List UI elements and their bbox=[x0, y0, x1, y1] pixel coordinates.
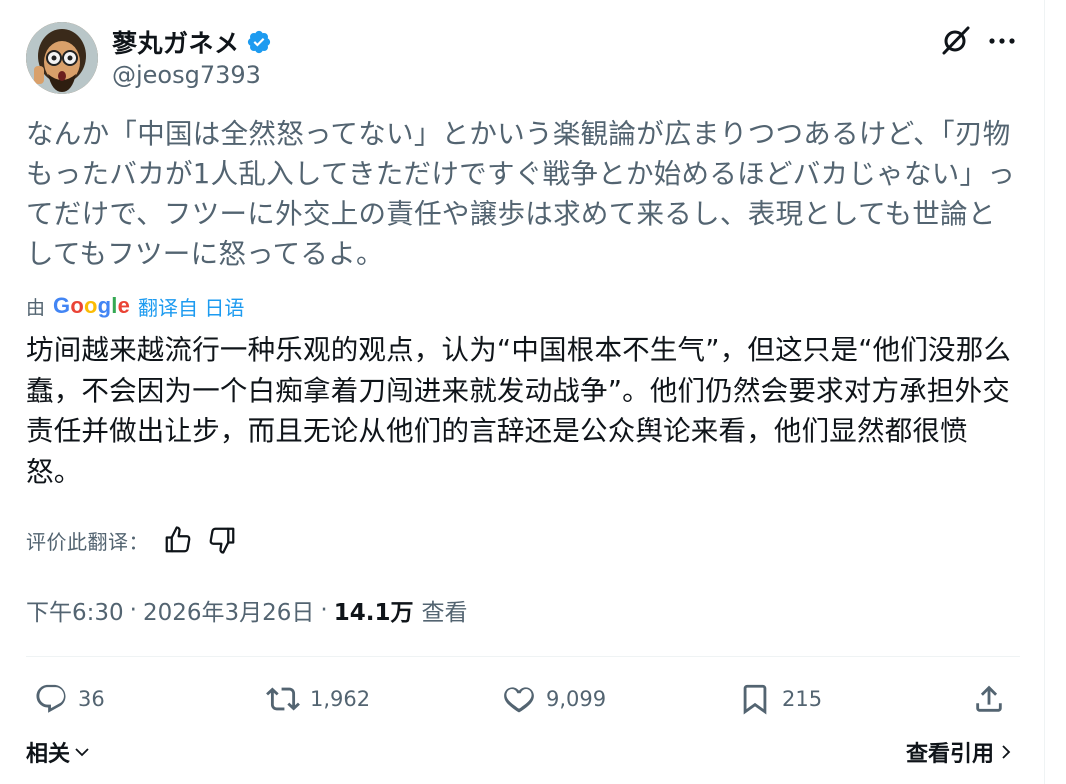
chevron-right-icon bbox=[1002, 745, 1011, 759]
tweet-original-text: なんか「中国は全然怒ってない」とかいう楽観論が広まりつつあるけど、「刃物もったバ… bbox=[26, 118, 1016, 270]
translation-attribution: 由 Google 翻译自 日语 bbox=[26, 292, 244, 320]
more-options-icon[interactable] bbox=[984, 24, 1020, 56]
translated-from-link[interactable]: 翻译自 日语 bbox=[138, 292, 244, 321]
like-button[interactable]: 9,099 bbox=[502, 676, 606, 722]
bookmark-icon bbox=[743, 684, 767, 715]
heart-icon bbox=[504, 687, 534, 713]
repost-count: 1,962 bbox=[310, 687, 371, 711]
related-dropdown[interactable]: 相关 bbox=[26, 736, 92, 768]
views-count: 14.1万 bbox=[333, 600, 414, 626]
bookmark-button[interactable]: 215 bbox=[738, 676, 822, 722]
thumbs-up-icon[interactable] bbox=[163, 525, 193, 555]
tweet-meta: 下午6:30 · 2026年3月26日 · 14.1万 查看 bbox=[26, 592, 467, 628]
translated-by-label: 由 bbox=[26, 296, 46, 319]
tweet-date[interactable]: 2026年3月26日 bbox=[143, 593, 314, 627]
like-count: 9,099 bbox=[546, 687, 607, 711]
divider bbox=[26, 656, 1020, 657]
verified-badge-icon[interactable] bbox=[246, 29, 272, 55]
view-quotes-label: 查看引用 bbox=[905, 742, 994, 767]
google-logo: Google bbox=[53, 293, 130, 318]
tweet-header: 蓼丸ガネメ @jeosg7393 bbox=[26, 18, 1020, 98]
reply-icon bbox=[36, 684, 66, 713]
avatar[interactable] bbox=[26, 22, 98, 94]
tweet-footer: 相关 查看引用 bbox=[26, 736, 1020, 772]
action-bar: 36 1,962 9,099 215 bbox=[26, 676, 1020, 722]
meta-separator: · bbox=[129, 597, 137, 623]
column-border bbox=[1044, 0, 1045, 784]
thumbs-down-icon[interactable] bbox=[207, 525, 237, 555]
meta-separator: · bbox=[320, 597, 328, 623]
related-label: 相关 bbox=[26, 742, 71, 767]
tweet-time[interactable]: 下午6:30 bbox=[26, 593, 124, 627]
translated-text: 坊间越来越流行一种乐观的观点，认为“中国根本不生气”，但这只是“他们没那么蠢，不… bbox=[26, 334, 1012, 488]
reply-button[interactable]: 36 bbox=[34, 676, 105, 722]
reply-count: 36 bbox=[78, 687, 105, 711]
share-button[interactable] bbox=[972, 676, 1006, 722]
rate-translation: 评价此翻译： bbox=[26, 524, 237, 556]
repost-button[interactable]: 1,962 bbox=[266, 676, 370, 722]
name-row: 蓼丸ガネメ bbox=[112, 24, 272, 60]
handle[interactable]: @jeosg7393 bbox=[112, 61, 261, 89]
avatar-image bbox=[26, 22, 98, 94]
views-label: 查看 bbox=[421, 600, 468, 626]
display-name[interactable]: 蓼丸ガネメ bbox=[112, 24, 240, 60]
share-icon bbox=[976, 685, 1002, 712]
view-quotes-link[interactable]: 查看引用 bbox=[906, 736, 1016, 768]
bookmark-count: 215 bbox=[782, 687, 823, 711]
chevron-down-icon bbox=[75, 748, 89, 757]
grok-icon[interactable] bbox=[940, 24, 972, 56]
repost-icon bbox=[266, 687, 300, 711]
rate-translation-label: 评价此翻译： bbox=[26, 529, 149, 554]
